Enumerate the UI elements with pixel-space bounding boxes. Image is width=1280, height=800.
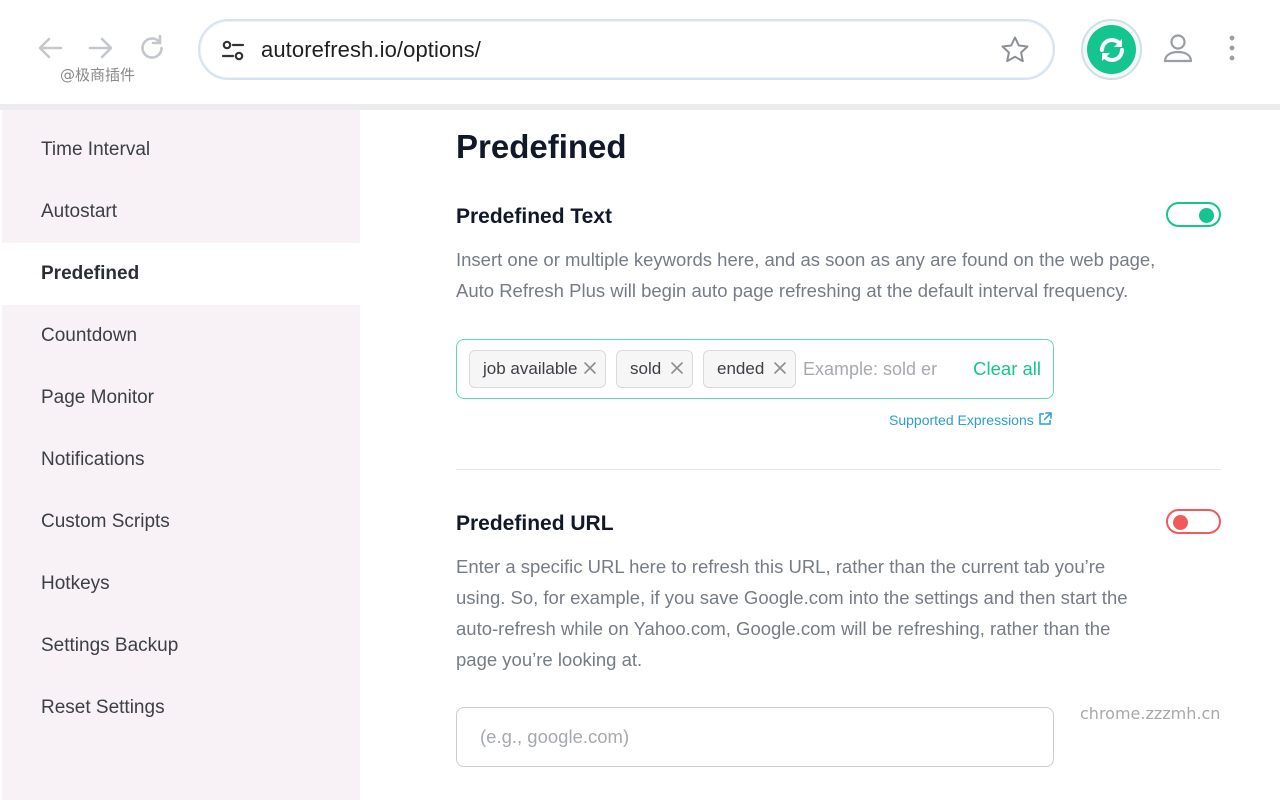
sidebar-item-hotkeys[interactable]: Hotkeys: [2, 553, 360, 615]
predefined-url-title: Predefined URL: [456, 512, 614, 535]
main-content: Predefined Predefined Text Insert one or…: [360, 110, 1280, 800]
keyword-tag: job available: [469, 350, 606, 388]
supported-expressions-link[interactable]: Supported Expressions: [889, 412, 1052, 428]
browser-toolbar: @极商插件 autorefresh.io/options/: [0, 0, 1280, 104]
sidebar-item-custom-scripts[interactable]: Custom Scripts: [2, 491, 360, 553]
predefined-url-input[interactable]: (e.g., google.com): [456, 707, 1054, 767]
keyword-input[interactable]: Example: sold er: [803, 359, 943, 380]
tag-label: sold: [630, 359, 662, 378]
auto-refresh-icon: [1087, 25, 1136, 74]
sidebar-item-label: Custom Scripts: [41, 511, 170, 532]
page-title: Predefined: [456, 128, 627, 165]
sidebar-item-label: Predefined: [41, 263, 140, 284]
supported-expressions-label: Supported Expressions: [889, 412, 1034, 428]
close-icon[interactable]: [583, 361, 597, 375]
sidebar-item-label: Time Interval: [41, 139, 151, 160]
sidebar-item-predefined[interactable]: Predefined: [2, 243, 360, 305]
star-icon[interactable]: [999, 34, 1031, 66]
sidebar-item-notifications[interactable]: Notifications: [2, 429, 360, 491]
sidebar: Time Interval Autostart Predefined Count…: [2, 110, 360, 800]
arrow-right-icon: [88, 37, 113, 59]
sidebar-item-label: Page Monitor: [41, 387, 155, 408]
tag-label: job available: [483, 359, 578, 378]
predefined-text-toggle[interactable]: [1166, 202, 1221, 227]
sidebar-item-settings-backup[interactable]: Settings Backup: [2, 615, 360, 677]
tag-label: ended: [717, 359, 765, 378]
sidebar-item-label: Countdown: [41, 325, 138, 346]
sidebar-item-page-monitor[interactable]: Page Monitor: [2, 367, 360, 429]
sidebar-item-time-interval[interactable]: Time Interval: [2, 119, 360, 181]
toggle-knob: [1199, 207, 1214, 223]
forward-button[interactable]: [83, 30, 119, 66]
sidebar-item-label: Autostart: [41, 201, 118, 222]
back-button[interactable]: [32, 30, 68, 66]
tune-icon[interactable]: [220, 38, 246, 64]
keyword-tag-input[interactable]: job available sold ended Example: sold e…: [456, 339, 1054, 399]
clear-all-button[interactable]: Clear all: [973, 358, 1041, 380]
predefined-text-description: Insert one or multiple keywords here, an…: [456, 249, 1156, 301]
predefined-text-title: Predefined Text: [456, 205, 612, 228]
sidebar-item-reset-settings[interactable]: Reset Settings: [2, 677, 360, 739]
predefined-url-description: Enter a specific URL here to refresh thi…: [456, 556, 1128, 670]
sidebar-item-countdown[interactable]: Countdown: [2, 305, 360, 367]
keyword-tag: sold: [616, 350, 693, 388]
close-icon[interactable]: [670, 361, 684, 375]
watermark-text: @极商插件: [60, 66, 136, 84]
reload-icon: [141, 34, 163, 59]
close-icon[interactable]: [773, 361, 787, 375]
toggle-knob: [1173, 514, 1188, 530]
sidebar-item-label: Settings Backup: [41, 635, 179, 656]
predefined-url-toggle[interactable]: [1166, 509, 1221, 534]
sidebar-item-label: Reset Settings: [41, 697, 165, 718]
arrow-left-icon: [38, 37, 63, 59]
sidebar-item-autostart[interactable]: Autostart: [2, 181, 360, 243]
external-link-icon: [1039, 412, 1052, 425]
section-divider: [456, 469, 1221, 470]
keyword-tag: ended: [703, 350, 796, 388]
kebab-menu-icon[interactable]: [1216, 30, 1248, 66]
reload-button[interactable]: [134, 30, 170, 66]
sidebar-item-label: Notifications: [41, 449, 145, 470]
address-bar[interactable]: autorefresh.io/options/: [198, 19, 1055, 80]
watermark-text: chrome.zzzmh.cn: [1080, 704, 1221, 723]
sidebar-item-label: Hotkeys: [41, 573, 110, 594]
profile-icon[interactable]: [1160, 30, 1196, 66]
extension-button[interactable]: [1081, 19, 1142, 80]
url-text[interactable]: autorefresh.io/options/: [261, 37, 481, 63]
